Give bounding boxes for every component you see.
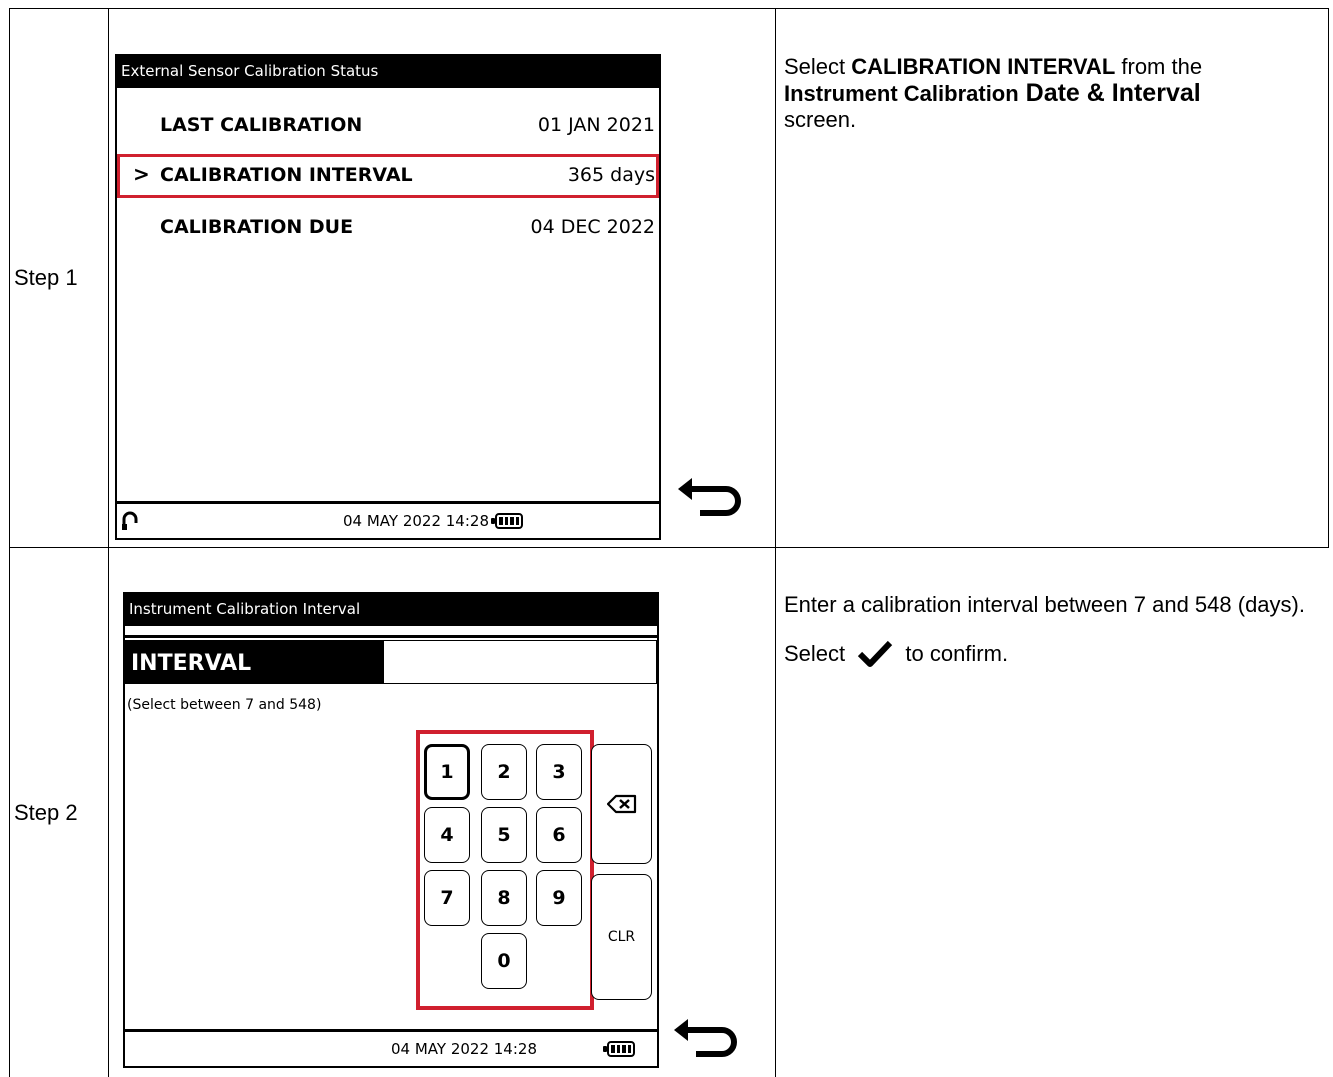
range-hint: (Select between 7 and 548) xyxy=(127,697,322,713)
row-value: 365 days xyxy=(567,164,655,186)
row-value: 01 JAN 2021 xyxy=(537,114,655,136)
screen-title: External Sensor Calibration Status xyxy=(117,56,659,88)
calibration-status-screen: External Sensor Calibration Status LAST … xyxy=(115,54,661,540)
back-arrow-icon[interactable] xyxy=(676,476,746,520)
step-label: Step 1 xyxy=(14,265,78,290)
key-0[interactable]: 0 xyxy=(481,933,527,989)
row-calibration-due[interactable]: CALIBRATION DUE 04 DEC 2022 xyxy=(117,206,659,250)
key-6[interactable]: 6 xyxy=(536,807,582,863)
instruction-text: Enter a calibration interval between 7 a… xyxy=(784,592,1305,617)
row-calibration-interval[interactable]: > CALIBRATION INTERVAL 365 days xyxy=(117,154,659,198)
instruction-text: to confirm. xyxy=(899,641,1009,666)
status-datetime: 04 MAY 2022 14:28 xyxy=(343,512,489,530)
battery-icon xyxy=(603,1041,635,1057)
field-label: INTERVAL xyxy=(125,640,383,684)
key-4[interactable]: 4 xyxy=(424,807,470,863)
key-3[interactable]: 3 xyxy=(536,744,582,800)
key-9[interactable]: 9 xyxy=(536,870,582,926)
table-col-divider-1 xyxy=(108,8,109,1077)
table-col-divider-2 xyxy=(775,8,776,1077)
chevron-right-icon: > xyxy=(133,162,150,186)
row-last-calibration[interactable]: LAST CALIBRATION 01 JAN 2021 xyxy=(117,104,659,148)
row-label: CALIBRATION INTERVAL xyxy=(160,164,413,186)
interval-entry-screen: Instrument Calibration Interval INTERVAL… xyxy=(123,592,659,1068)
divider xyxy=(125,635,657,638)
step-label: Step 2 xyxy=(14,800,78,825)
screen-title: Instrument Calibration Interval xyxy=(125,594,657,626)
table-border-top xyxy=(9,8,1329,9)
key-1[interactable]: 1 xyxy=(424,744,470,800)
row-label: LAST CALIBRATION xyxy=(160,114,363,136)
battery-icon xyxy=(491,513,523,529)
key-5[interactable]: 5 xyxy=(481,807,527,863)
status-datetime: 04 MAY 2022 14:28 xyxy=(391,1040,537,1058)
key-7[interactable]: 7 xyxy=(424,870,470,926)
back-arrow-icon[interactable] xyxy=(672,1017,742,1061)
interval-value-field[interactable] xyxy=(383,640,657,684)
key-8[interactable]: 8 xyxy=(481,870,527,926)
table-row-divider xyxy=(9,547,1329,548)
row-label: CALIBRATION DUE xyxy=(160,216,354,238)
backspace-icon xyxy=(606,794,636,814)
backspace-button[interactable] xyxy=(591,744,652,864)
checkmark-icon xyxy=(858,640,893,667)
status-bar: 04 MAY 2022 14:28 xyxy=(125,1029,657,1066)
status-bar: 04 MAY 2022 14:28 xyxy=(117,501,659,538)
table-border-left xyxy=(9,8,10,1077)
table-border-right xyxy=(1328,8,1329,547)
key-2[interactable]: 2 xyxy=(481,744,527,800)
clear-button[interactable]: CLR xyxy=(591,874,652,1000)
step-2-instruction: Enter a calibration interval between 7 a… xyxy=(784,592,1324,668)
step-1-instruction: Select CALIBRATION INTERVAL from the Ins… xyxy=(784,54,1203,132)
instruction-text: Select xyxy=(784,641,852,666)
row-value: 04 DEC 2022 xyxy=(530,216,655,238)
headset-icon xyxy=(122,511,138,530)
